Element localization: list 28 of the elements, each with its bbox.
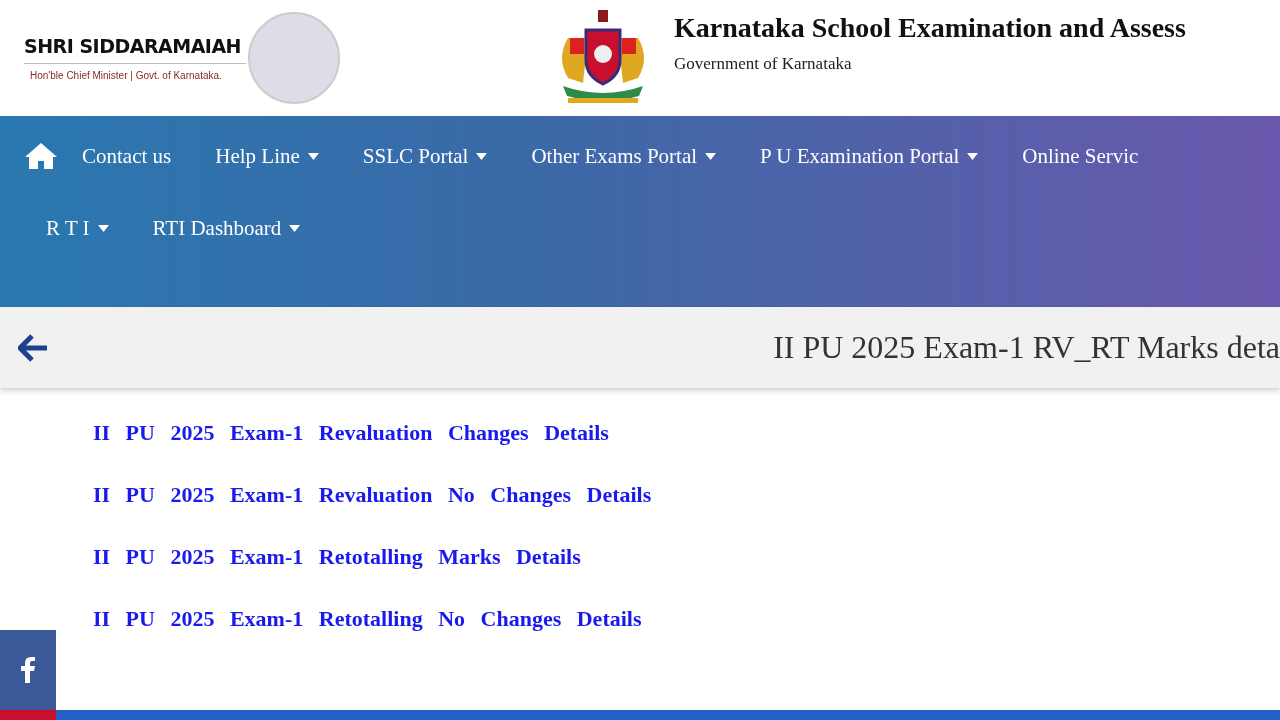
caret-icon	[307, 152, 319, 160]
nav-menu-link[interactable]: SSLC Portal	[340, 132, 510, 180]
caret-icon	[476, 152, 488, 160]
leader-name: SHRI SIDDARAMAIAH	[24, 35, 246, 64]
caret-icon	[705, 152, 717, 160]
back-arrow-icon[interactable]	[18, 333, 48, 362]
result-link[interactable]: II PU 2025 Exam-1 Revaluation No Changes Details	[93, 480, 1280, 510]
result-link[interactable]: II PU 2025 Exam-1 Revaluation Changes Details	[93, 418, 1280, 448]
result-link[interactable]: II PU 2025 Exam-1 Retotalling Marks Details	[93, 542, 1280, 572]
organization-subtitle: Government of Karnataka	[674, 54, 853, 74]
caret-icon	[289, 224, 301, 232]
footer-accent	[0, 710, 56, 720]
page-title: II PU 2025 Exam-1 RV_RT Marks deta	[773, 329, 1280, 366]
caret-icon	[967, 152, 979, 160]
caret-icon	[97, 224, 109, 232]
nav-link[interactable]: Contact us	[60, 132, 194, 180]
organization-title: Karnataka School Examination and Assess	[674, 12, 1186, 44]
nav-menu-link[interactable]: R T I	[24, 204, 131, 252]
result-link[interactable]: II PU 2025 Exam-1 Retotalling No Changes Details	[93, 604, 1280, 634]
nav-menu-link[interactable]: P U Examination Portal	[738, 132, 1001, 180]
facebook-icon	[21, 657, 35, 683]
nav-menu-link[interactable]: Help Line	[193, 132, 341, 180]
leader-role: Hon'ble Chief Minister | Govt. of Karnataka.	[29, 69, 223, 81]
nav-link[interactable]: Online Servic	[1000, 132, 1161, 180]
nav-menu-link[interactable]: RTI Dashboard	[130, 204, 323, 252]
facebook-button[interactable]	[0, 630, 56, 710]
home-icon	[24, 142, 58, 170]
nav-menu-link[interactable]: Other Exams Portal	[509, 132, 739, 180]
